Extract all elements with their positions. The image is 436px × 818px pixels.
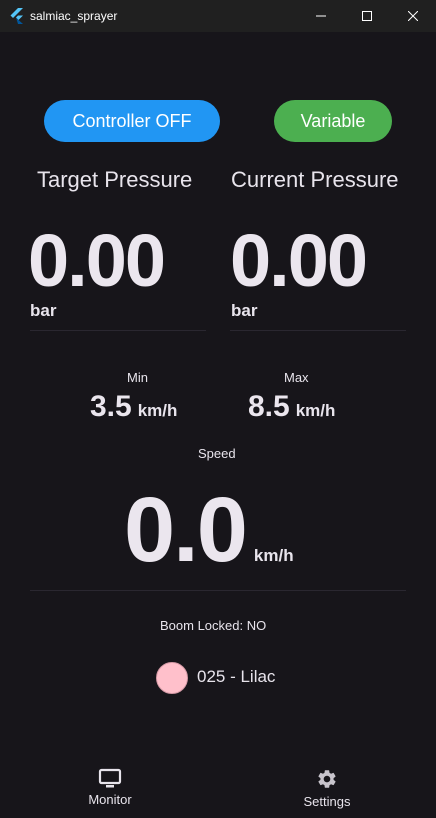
max-speed-readout: 8.5 km/h	[248, 390, 335, 424]
monitor-icon	[98, 768, 122, 788]
min-speed-unit: km/h	[137, 401, 178, 420]
max-speed-unit: km/h	[295, 401, 336, 420]
close-button[interactable]	[390, 0, 436, 32]
target-pressure-label: Target Pressure	[37, 167, 193, 192]
minimize-icon	[316, 15, 326, 17]
minimize-button[interactable]	[298, 0, 344, 32]
speed-readout: 0.0 km/h	[124, 478, 294, 583]
speed-unit: km/h	[253, 546, 294, 565]
current-pressure-unit: bar	[231, 301, 258, 320]
speed-label: Speed	[198, 446, 236, 461]
speed-value: 0.0	[124, 479, 248, 581]
gear-icon	[318, 770, 336, 788]
max-speed-value: 8.5	[248, 390, 290, 423]
max-speed-label: Max	[284, 370, 309, 385]
boom-locked-status: Boom Locked: NO	[160, 618, 267, 633]
mode-toggle-label: Variable	[300, 110, 366, 131]
nav-monitor[interactable]: Monitor	[80, 768, 140, 807]
controller-toggle-label: Controller OFF	[72, 110, 192, 131]
min-speed-readout: 3.5 km/h	[90, 390, 177, 424]
nav-settings-label: Settings	[303, 794, 351, 809]
mode-toggle-button[interactable]: Variable	[274, 100, 392, 142]
controller-toggle-button[interactable]: Controller OFF	[44, 100, 220, 142]
window-titlebar: salmiac_sprayer	[0, 0, 436, 32]
target-pressure-value: 0.00	[28, 219, 166, 302]
current-pressure-value: 0.00	[230, 219, 368, 302]
nozzle-color-swatch	[156, 662, 188, 694]
target-pressure-unit: bar	[30, 301, 57, 320]
close-icon	[408, 11, 418, 21]
min-speed-value: 3.5	[90, 390, 132, 423]
nav-monitor-label: Monitor	[88, 792, 132, 807]
flutter-logo-icon	[10, 8, 23, 24]
current-pressure-label: Current Pressure	[231, 167, 399, 192]
maximize-icon	[362, 11, 372, 21]
current-pressure-divider	[230, 330, 406, 331]
speed-divider	[30, 590, 406, 591]
nav-settings[interactable]: Settings	[297, 768, 357, 809]
maximize-button[interactable]	[344, 0, 390, 32]
target-pressure-divider	[30, 330, 206, 331]
min-speed-label: Min	[127, 370, 148, 385]
window-title: salmiac_sprayer	[30, 9, 118, 23]
nozzle-label: 025 - Lilac	[197, 667, 276, 686]
